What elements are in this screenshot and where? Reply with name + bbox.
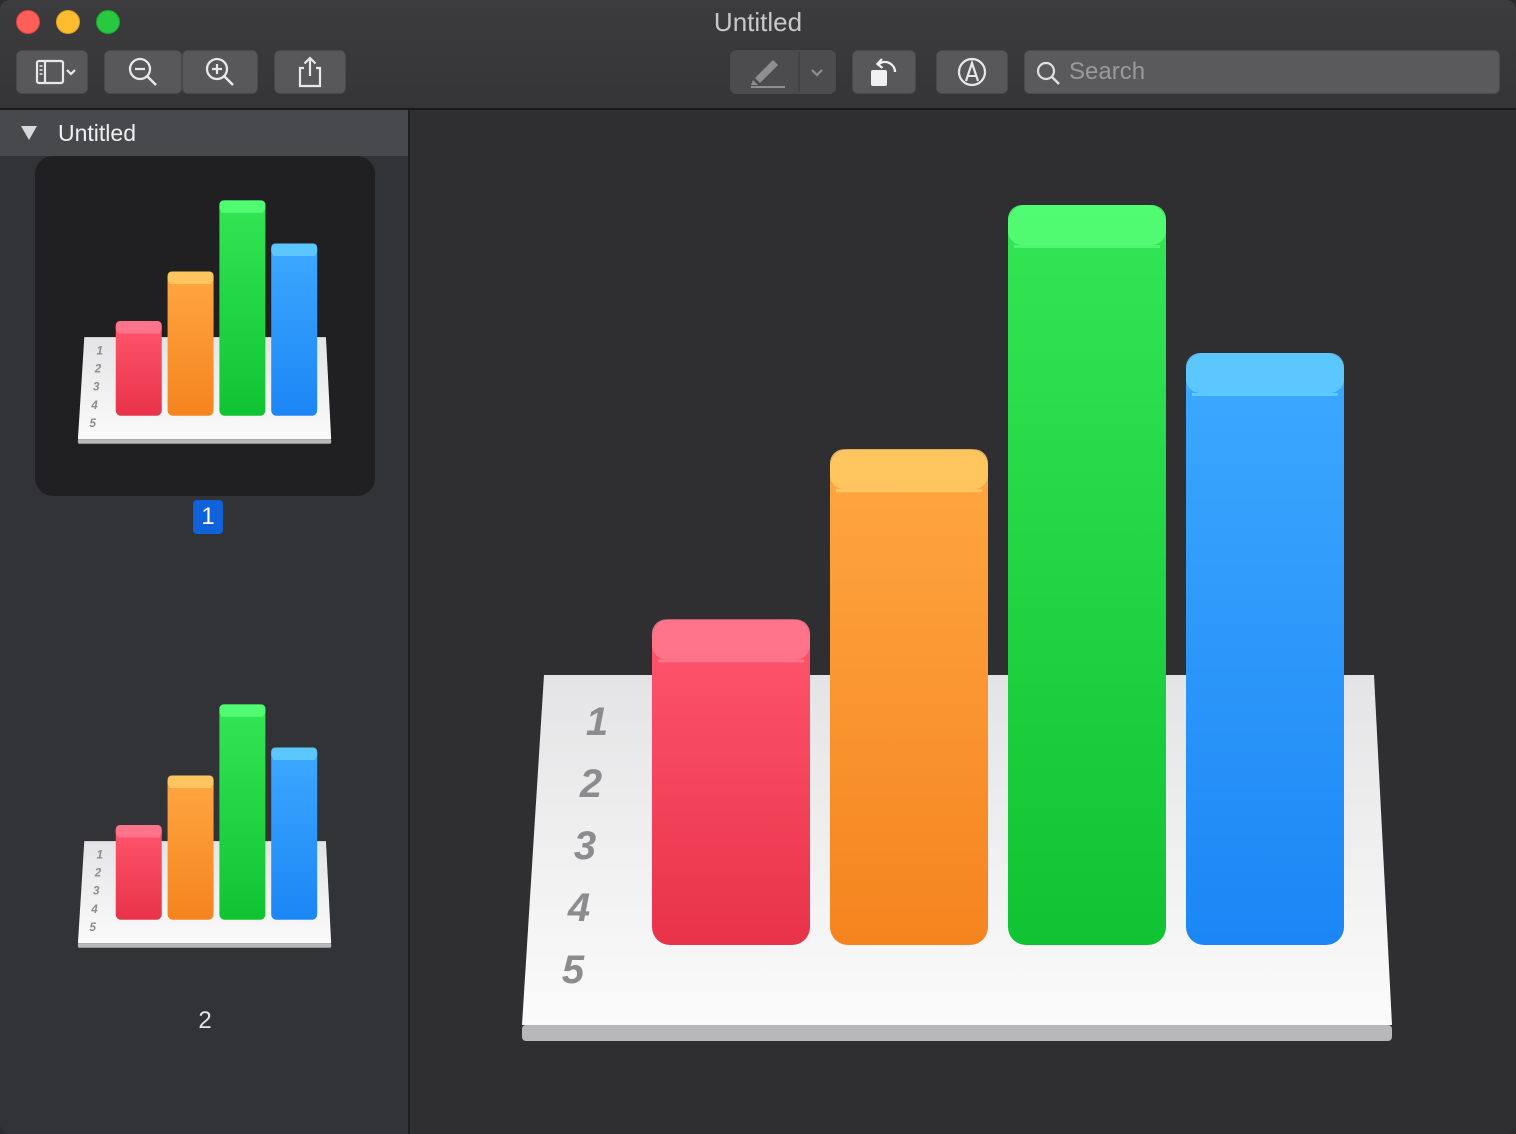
disclosure-triangle-icon[interactable] bbox=[20, 125, 38, 141]
page-thumbnail-1[interactable]: 1 2 3 4 5 bbox=[75, 196, 335, 456]
chart-bar bbox=[652, 619, 810, 945]
zoom-in-button[interactable] bbox=[182, 50, 258, 94]
search-input[interactable] bbox=[1069, 51, 1489, 93]
toolbar: Untitled bbox=[0, 0, 1516, 110]
document-header[interactable]: Untitled bbox=[0, 110, 408, 156]
share-button[interactable] bbox=[274, 50, 346, 94]
markup-button[interactable] bbox=[936, 50, 1008, 94]
row-number-label: 3 bbox=[574, 824, 596, 868]
row-number-label: 2 bbox=[94, 363, 102, 376]
chart-bar bbox=[115, 320, 162, 416]
chart-bar bbox=[219, 704, 266, 920]
thumbnail-sidebar: Untitled 1 2 3 4 5 1 1 2 3 4 5 2 bbox=[0, 110, 410, 1134]
chart-bar bbox=[115, 824, 162, 920]
numbers-chart-illustration: 1 2 3 4 5 bbox=[77, 200, 332, 444]
chart-bar bbox=[830, 449, 988, 945]
page-number-1: 1 bbox=[193, 500, 223, 534]
page-thumbnail-2[interactable]: 1 2 3 4 5 bbox=[75, 700, 335, 960]
sidebar-toggle-button[interactable] bbox=[16, 50, 88, 94]
row-number-label: 5 bbox=[90, 417, 97, 430]
page-number-2: 2 bbox=[198, 1007, 212, 1034]
zoom-out-button[interactable] bbox=[104, 50, 182, 94]
chart-bar bbox=[1186, 353, 1344, 945]
chart-bar bbox=[167, 775, 214, 920]
row-number-label: 4 bbox=[567, 886, 590, 930]
search-field[interactable] bbox=[1024, 50, 1500, 94]
preview-window: Untitled Search Untitled 1 2 3 4 5 1 1 2… bbox=[0, 0, 1516, 1134]
chart-bar bbox=[1008, 205, 1166, 945]
row-number-label: 4 bbox=[90, 399, 98, 412]
document-name: Untitled bbox=[58, 120, 136, 146]
numbers-chart-illustration: 1 2 3 4 5 bbox=[522, 205, 1392, 1041]
rotate-button[interactable] bbox=[852, 50, 916, 94]
search-icon bbox=[1036, 61, 1060, 85]
markup-icon bbox=[957, 57, 987, 87]
row-number-label: 5 bbox=[562, 948, 585, 992]
row-number-label: 3 bbox=[93, 381, 100, 394]
numbers-chart-illustration: 1 2 3 4 5 bbox=[77, 704, 332, 948]
chart-bar bbox=[271, 747, 318, 920]
row-number-label: 2 bbox=[579, 762, 602, 806]
numbers-app-icon: 1 2 3 4 5 bbox=[512, 190, 1412, 1055]
row-number-label: 1 bbox=[97, 849, 103, 862]
row-number-label: 3 bbox=[93, 885, 100, 898]
row-number-label: 1 bbox=[97, 345, 103, 358]
sidebar-toggle-icon bbox=[35, 59, 76, 85]
rotate-left-icon bbox=[871, 58, 897, 86]
zoom-in-icon bbox=[205, 57, 234, 86]
chart-bar bbox=[167, 271, 214, 416]
row-number-label: 5 bbox=[90, 921, 97, 934]
row-number-label: 2 bbox=[94, 867, 102, 880]
highlighter-icon bbox=[751, 52, 823, 92]
share-icon bbox=[298, 56, 322, 88]
row-number-label: 4 bbox=[90, 903, 98, 916]
row-number-label: 1 bbox=[586, 700, 608, 744]
image-viewer: 1 2 3 4 5 bbox=[412, 110, 1516, 1134]
chart-bar bbox=[219, 200, 266, 416]
chart-bar bbox=[271, 243, 318, 416]
zoom-out-icon bbox=[128, 57, 157, 86]
highlight-button[interactable] bbox=[730, 50, 836, 94]
window-title: Untitled bbox=[713, 7, 803, 37]
